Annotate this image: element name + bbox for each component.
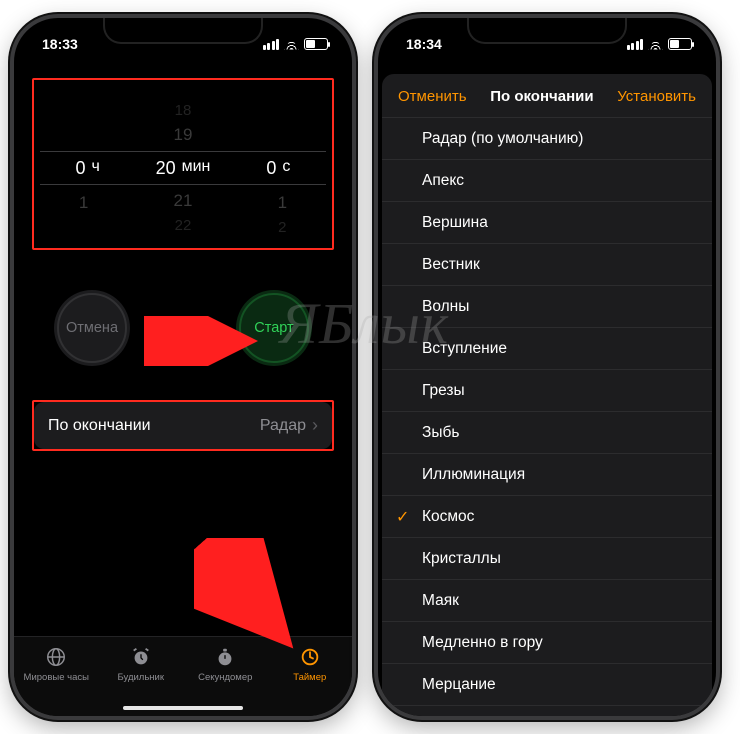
sound-list[interactable]: Радар (по умолчанию) Апекс Вершина Вестник В…: [382, 118, 712, 720]
globe-icon: [43, 645, 69, 669]
sound-option[interactable]: Грезы: [382, 370, 712, 412]
sound-option-label: Вестник: [422, 256, 480, 274]
annotation-arrow-timer-tab: [194, 538, 304, 658]
sound-option[interactable]: Радар (по умолчанию): [382, 118, 712, 160]
picker-hours-col[interactable]: 1: [34, 88, 133, 248]
tab-world-clock[interactable]: Мировые часы: [14, 645, 99, 683]
sound-option-label: Кристаллы: [422, 550, 501, 568]
sound-option[interactable]: Кристаллы: [382, 538, 712, 580]
sound-option-label: Обрыв: [422, 718, 471, 721]
sound-option[interactable]: Волны: [382, 286, 712, 328]
wifi-icon: [648, 39, 663, 50]
checkmark-icon: ✓: [396, 507, 409, 527]
sound-option[interactable]: ✓ Космос: [382, 496, 712, 538]
sound-option-label: Апекс: [422, 172, 464, 190]
sound-picker-header: Отменить По окончании Установить: [382, 74, 712, 118]
tab-alarm[interactable]: Будильник: [99, 645, 184, 683]
sound-option[interactable]: Обрыв: [382, 706, 712, 720]
phone-timer-screen: 18:33 1: [10, 14, 356, 720]
sound-option-label: Радар (по умолчанию): [422, 130, 583, 148]
sound-option[interactable]: Апекс: [382, 160, 712, 202]
annotation-endrow-highlight: По окончании Радар ›: [32, 400, 334, 451]
sound-option[interactable]: Иллюминация: [382, 454, 712, 496]
status-time: 18:34: [406, 36, 442, 52]
cancel-button[interactable]: Отменить: [398, 88, 467, 105]
sound-option-label: Волны: [422, 298, 469, 316]
status-time: 18:33: [42, 36, 78, 52]
battery-icon: [668, 38, 692, 50]
sound-option[interactable]: Зыбь: [382, 412, 712, 454]
time-picker[interactable]: 1 18 19 21 22: [34, 88, 332, 248]
sound-option[interactable]: Маяк: [382, 580, 712, 622]
when-timer-ends-row[interactable]: По окончании Радар ›: [34, 402, 332, 449]
cellular-icon: [263, 39, 280, 50]
picker-seconds-col[interactable]: 1 2: [233, 88, 332, 248]
cellular-icon: [627, 39, 644, 50]
cancel-button[interactable]: Отмена: [54, 290, 130, 366]
sound-option-label: Вступление: [422, 340, 507, 358]
when-timer-ends-label: По окончании: [48, 417, 151, 435]
sound-option-label: Космос: [422, 508, 474, 526]
when-timer-ends-value: Радар: [260, 417, 306, 435]
sound-option[interactable]: Вестник: [382, 244, 712, 286]
notch: [467, 18, 627, 44]
sound-option-label: Маяк: [422, 592, 459, 610]
set-button[interactable]: Установить: [617, 88, 696, 105]
sound-option-label: Иллюминация: [422, 466, 525, 484]
battery-icon: [304, 38, 328, 50]
sound-option-label: Зыбь: [422, 424, 459, 442]
sound-option[interactable]: Мерцание: [382, 664, 712, 706]
chevron-right-icon: ›: [312, 415, 318, 436]
sound-option-label: Грезы: [422, 382, 465, 400]
sound-option-label: Мерцание: [422, 676, 496, 694]
sound-option-label: Медленно в гору: [422, 634, 543, 652]
alarm-icon: [128, 645, 154, 669]
notch: [103, 18, 263, 44]
wifi-icon: [284, 39, 299, 50]
sound-option[interactable]: Вступление: [382, 328, 712, 370]
sound-option[interactable]: Вершина: [382, 202, 712, 244]
annotation-picker-highlight: 1 18 19 21 22: [32, 78, 334, 250]
home-indicator[interactable]: [123, 706, 243, 710]
sound-picker-title: По окончании: [490, 88, 593, 105]
phone-sound-picker-screen: 18:34 Отменить По окончании Установить Р…: [374, 14, 720, 720]
annotation-arrow-start: [144, 316, 264, 366]
sound-option[interactable]: Медленно в гору: [382, 622, 712, 664]
picker-minutes-col[interactable]: 18 19 21 22: [133, 88, 232, 248]
sound-option-label: Вершина: [422, 214, 488, 232]
